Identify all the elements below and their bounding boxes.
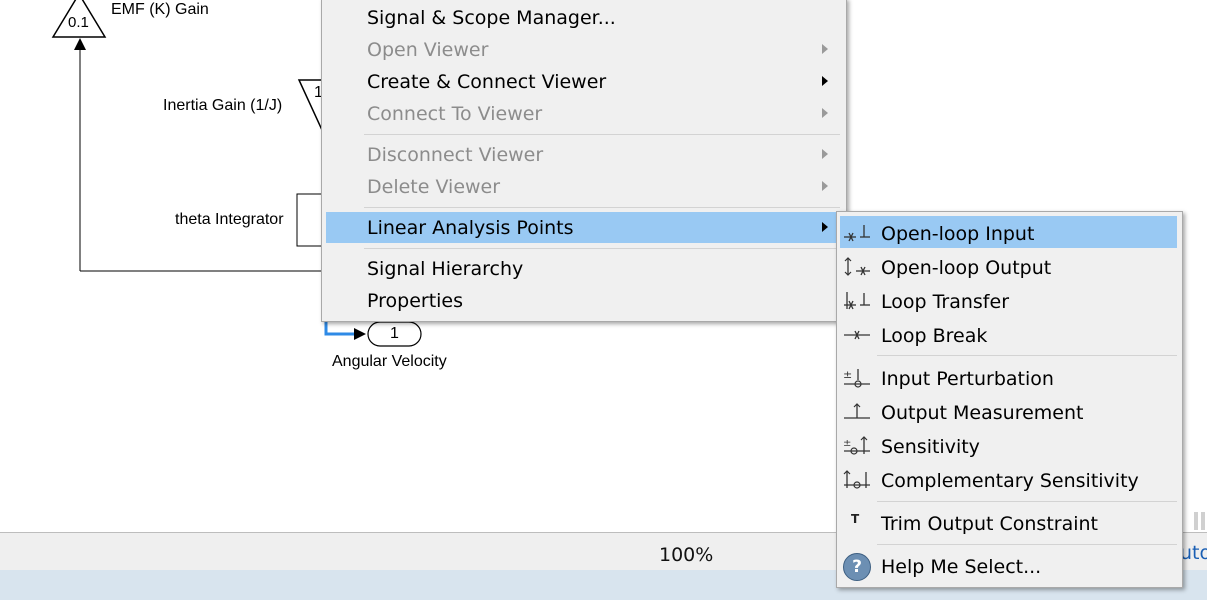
input-perturbation-icon: ± — [843, 368, 870, 388]
help-icon: ? — [843, 553, 871, 581]
emf-input-arrow — [74, 38, 86, 50]
submenu-open-loop-output[interactable]: Open-loop Output — [881, 252, 1051, 284]
menu-separator — [364, 207, 840, 208]
loop-break-icon — [844, 330, 870, 340]
submenu-separator — [877, 355, 1177, 356]
delete-viewer-chevron-icon — [822, 181, 828, 191]
submenu-input-perturbation[interactable]: Input Perturbation — [881, 363, 1054, 395]
svg-text:±: ± — [843, 368, 852, 381]
submenu-separator — [877, 544, 1177, 545]
menu-delete-viewer[interactable]: Delete Viewer — [367, 171, 500, 203]
context-menu: Signal & Scope Manager... Open Viewer Cr… — [321, 0, 847, 322]
menu-connect-to-viewer[interactable]: Connect To Viewer — [367, 98, 542, 130]
submenu-loop-break[interactable]: Loop Break — [881, 320, 987, 352]
menu-create-connect-viewer[interactable]: Create & Connect Viewer — [367, 66, 606, 98]
menu-signal-hierarchy[interactable]: Signal Hierarchy — [367, 253, 523, 285]
submenu-help-me-select[interactable]: Help Me Select... — [881, 551, 1041, 583]
menu-linear-analysis-points[interactable]: Linear Analysis Points — [367, 212, 574, 244]
disconnect-viewer-chevron-icon — [822, 149, 828, 159]
solver-status[interactable]: uto — [1180, 542, 1207, 564]
linear-analysis-chevron-icon — [822, 222, 828, 232]
trim-output-constraint-icon: T — [851, 512, 860, 526]
open-loop-output-icon — [844, 257, 870, 276]
menu-separator — [364, 248, 840, 249]
loop-transfer-icon — [844, 292, 870, 310]
open-viewer-chevron-icon — [822, 44, 828, 54]
menu-open-viewer[interactable]: Open Viewer — [367, 34, 488, 66]
connect-viewer-chevron-icon — [822, 108, 828, 118]
linear-analysis-submenu: Open-loop Input Open-loop Output Loop Tr… — [836, 211, 1183, 588]
zoom-level[interactable]: 100% — [659, 544, 713, 566]
menu-disconnect-viewer[interactable]: Disconnect Viewer — [367, 139, 543, 171]
sensitivity-icon: ± — [843, 436, 870, 455]
submenu-loop-transfer[interactable]: Loop Transfer — [881, 286, 1009, 318]
output-measurement-icon — [844, 403, 870, 419]
menu-properties[interactable]: Properties — [367, 285, 463, 317]
emf-gain-value: 0.1 — [68, 14, 89, 31]
open-loop-input-icon — [844, 225, 870, 242]
submenu-trim-output-constraint[interactable]: Trim Output Constraint — [881, 508, 1098, 540]
create-viewer-chevron-icon — [822, 76, 828, 86]
resize-grip-icon[interactable] — [1194, 512, 1207, 530]
menu-signal-scope-manager[interactable]: Signal & Scope Manager... — [367, 2, 616, 34]
menu-separator — [364, 134, 840, 135]
complementary-sensitivity-icon — [843, 470, 870, 489]
svg-text:±: ± — [843, 438, 851, 449]
theta-integrator-label: theta Integrator — [175, 211, 284, 228]
inertia-gain-label: Inertia Gain (1/J) — [163, 97, 283, 114]
emf-gain-label: EMF (K) Gain — [111, 1, 209, 18]
submenu-output-measurement[interactable]: Output Measurement — [881, 397, 1083, 429]
outport-label: Angular Velocity — [332, 353, 447, 370]
outport-number: 1 — [390, 325, 399, 342]
submenu-separator — [877, 501, 1177, 502]
submenu-sensitivity[interactable]: Sensitivity — [881, 431, 980, 463]
submenu-complementary-sensitivity[interactable]: Complementary Sensitivity — [881, 465, 1139, 497]
submenu-open-loop-input[interactable]: Open-loop Input — [881, 218, 1034, 250]
